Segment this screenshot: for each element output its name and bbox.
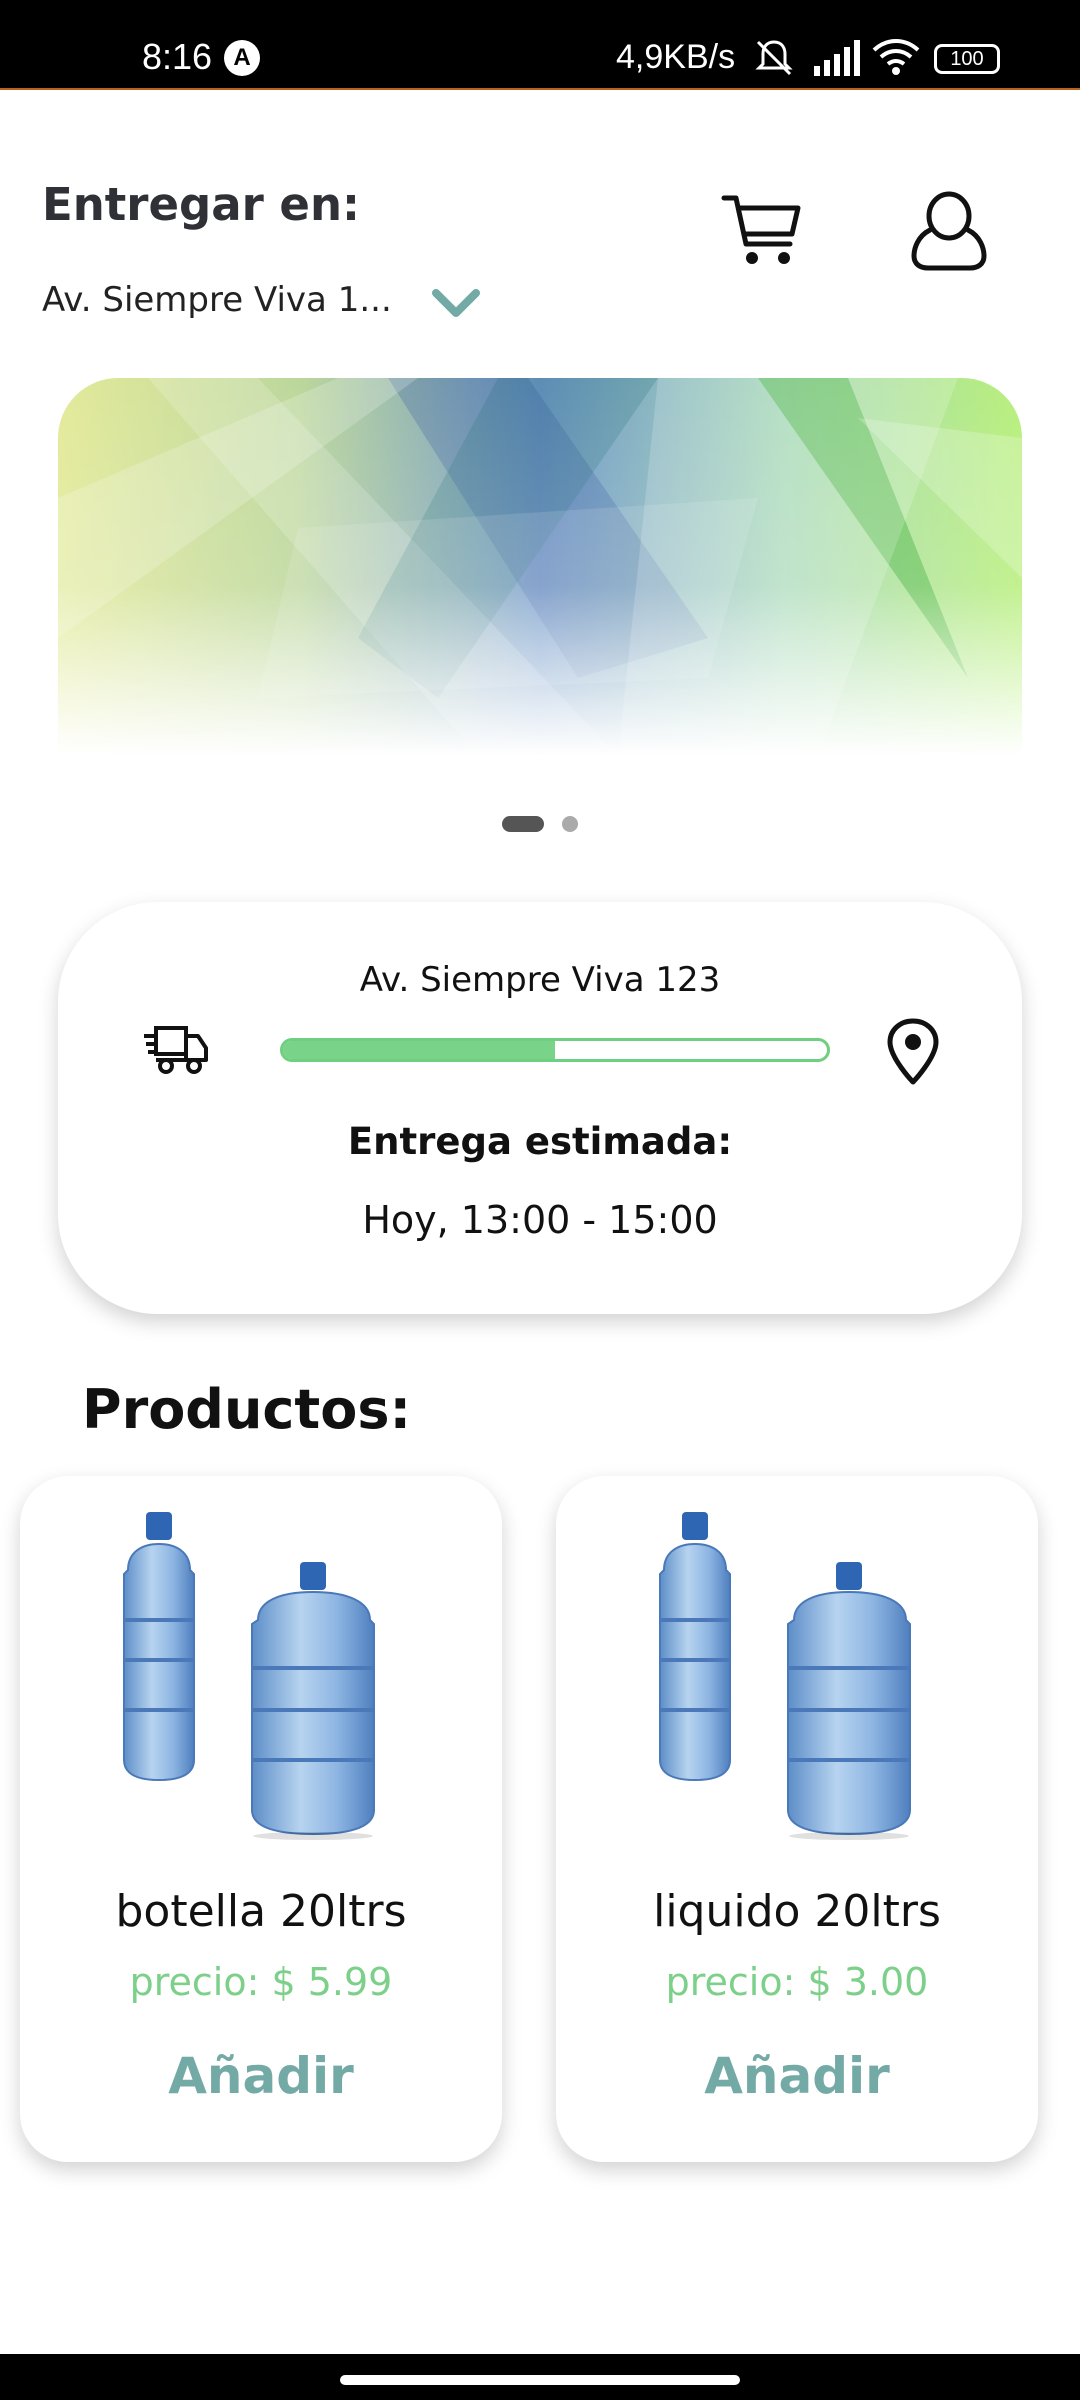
add-to-cart-button[interactable]: Añadir <box>110 2036 412 2116</box>
cart-icon[interactable] <box>720 190 804 270</box>
mute-icon <box>755 40 793 76</box>
status-time: 8:16 <box>142 36 213 77</box>
banner-graphic <box>58 378 1022 756</box>
delivery-tracking-card: Av. Siempre Viva 123 Entrega estimada: H… <box>58 902 1022 1314</box>
product-card[interactable]: botella 20ltrs precio: $ 5.99 Añadir <box>20 1476 502 2162</box>
chevron-down-icon[interactable] <box>430 285 482 321</box>
product-name: liquido 20ltrs <box>653 1886 941 1937</box>
product-name: botella 20ltrs <box>115 1886 407 1937</box>
app-badge-icon: A <box>224 40 260 76</box>
promo-banner[interactable] <box>58 378 1022 756</box>
product-card[interactable]: liquido 20ltrs precio: $ 3.00 Añadir <box>556 1476 1038 2162</box>
user-icon[interactable] <box>910 190 988 272</box>
selected-address[interactable]: Av. Siempre Viva 1... <box>42 280 392 320</box>
wifi-icon <box>872 39 920 75</box>
water-jug-image <box>659 1512 911 1840</box>
product-price: precio: $ 3.00 <box>665 1960 929 2004</box>
delivery-progress-bar <box>280 1038 830 1062</box>
product-price: precio: $ 5.99 <box>129 1960 393 2004</box>
battery-level: 100 <box>950 48 984 70</box>
deliver-to-title: Entregar en: <box>42 178 360 231</box>
tracking-address: Av. Siempre Viva 123 <box>359 960 721 1000</box>
network-speed: 4,9KB/s <box>616 38 736 76</box>
status-divider <box>0 88 1080 90</box>
eta-label: Entrega estimada: <box>347 1120 733 1163</box>
home-gesture-handle[interactable] <box>340 2375 740 2385</box>
eta-value: Hoy, 13:00 - 15:00 <box>362 1198 718 1242</box>
location-pin-icon <box>887 1018 939 1085</box>
carousel-dot-active[interactable] <box>502 816 544 832</box>
battery-icon: 100 <box>934 44 1000 74</box>
carousel-dot[interactable] <box>562 816 578 832</box>
products-title: Productos: <box>82 1378 412 1441</box>
truck-icon <box>144 1026 208 1074</box>
status-bar: 8:16 A 4,9KB/s 100 <box>0 0 1080 90</box>
delivery-progress-fill <box>283 1041 555 1059</box>
add-to-cart-button[interactable]: Añadir <box>646 2036 948 2116</box>
signal-icon <box>814 40 860 76</box>
water-jug-image <box>123 1512 375 1840</box>
